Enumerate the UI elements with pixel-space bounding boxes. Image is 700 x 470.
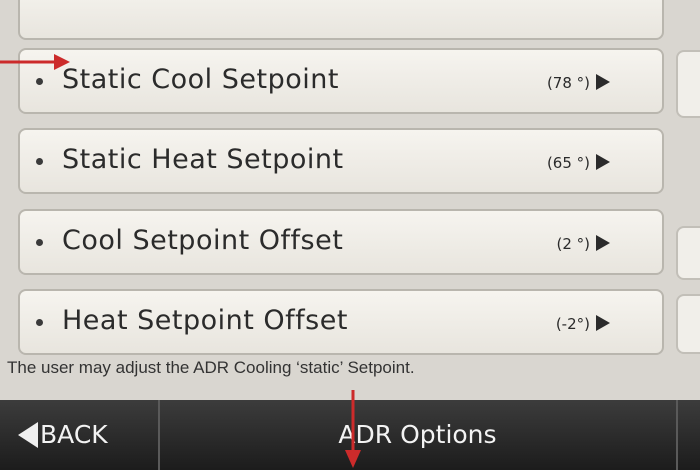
side-button-3[interactable] — [676, 294, 700, 354]
play-arrow-icon — [596, 74, 610, 90]
footer-divider — [676, 400, 678, 470]
menu-item-label: Heat Setpoint Offset — [62, 305, 348, 336]
menu-item-value: (78 °) — [546, 74, 590, 92]
menu-item-static-cool-setpoint[interactable]: Static Cool Setpoint (78 °) — [18, 48, 664, 114]
menu-item-value: (65 °) — [546, 154, 590, 172]
menu-item-label: Static Cool Setpoint — [62, 64, 339, 95]
bullet-icon — [36, 78, 43, 85]
bullet-icon — [36, 158, 43, 165]
menu-item-label: Cool Setpoint Offset — [62, 225, 344, 256]
side-button-2[interactable] — [676, 226, 700, 280]
play-arrow-icon — [596, 315, 610, 331]
play-arrow-icon — [596, 235, 610, 251]
annotation-arrow-right-icon — [0, 54, 70, 70]
bullet-icon — [36, 319, 43, 326]
back-button[interactable]: BACK — [0, 400, 160, 470]
side-button-1[interactable] — [676, 50, 700, 118]
bullet-icon — [36, 239, 43, 246]
menu-item-previous[interactable] — [18, 0, 664, 40]
menu-item-cool-setpoint-offset[interactable]: Cool Setpoint Offset (2 °) — [18, 209, 664, 275]
menu-item-value: (-2°) — [555, 315, 590, 333]
menu-item-heat-setpoint-offset[interactable]: Heat Setpoint Offset (-2°) — [18, 289, 664, 355]
menu-item-static-heat-setpoint[interactable]: Static Heat Setpoint (65 °) — [18, 128, 664, 194]
back-label: BACK — [40, 420, 108, 449]
menu-item-label: Static Heat Setpoint — [62, 144, 344, 175]
play-arrow-icon — [596, 154, 610, 170]
page-title: ADR Options — [338, 420, 497, 449]
help-caption: The user may adjust the ADR Cooling ‘sta… — [7, 358, 415, 377]
thermostat-screen: Static Cool Setpoint (78 °) Static Heat … — [0, 0, 700, 400]
menu-item-value: (2 °) — [556, 235, 590, 253]
annotation-arrow-down-icon — [345, 390, 361, 468]
back-arrow-icon — [18, 422, 38, 448]
